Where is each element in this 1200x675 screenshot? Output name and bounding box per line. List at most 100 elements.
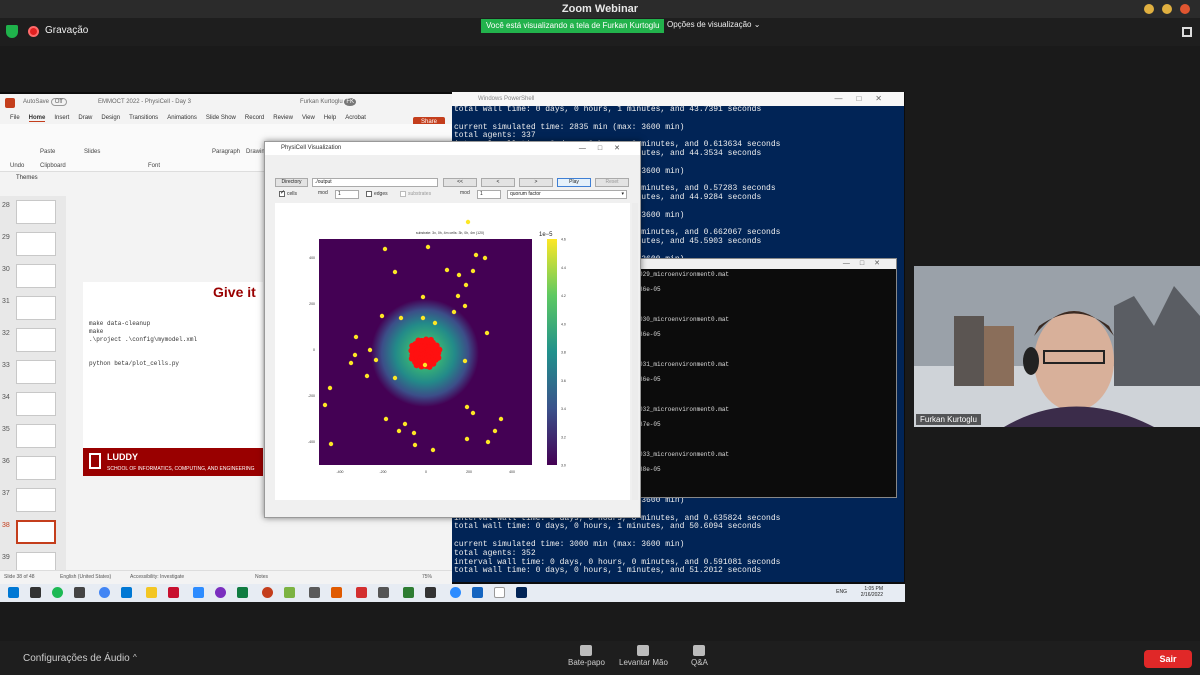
chrome-icon[interactable]	[99, 587, 110, 598]
window-controls[interactable]: —□✕	[834, 92, 896, 106]
slide-thumb[interactable]	[16, 232, 56, 256]
app-icon[interactable]	[356, 587, 367, 598]
chat-button[interactable]: Bate-papo	[568, 645, 605, 667]
tab-draw[interactable]: Draw	[78, 115, 92, 121]
slide-thumb[interactable]	[16, 392, 56, 416]
language-status[interactable]: English (United States)	[60, 571, 111, 584]
tab-animations[interactable]: Animations	[167, 115, 197, 121]
slide-thumb[interactable]	[16, 296, 56, 320]
reset-button[interactable]: Reset	[595, 178, 629, 187]
powerpoint-taskbar-icon[interactable]	[262, 587, 273, 598]
substrate-mod-input[interactable]: 1	[477, 190, 501, 199]
app-icon[interactable]	[215, 587, 226, 598]
first-frame-button[interactable]: <<	[443, 178, 477, 187]
console-output[interactable]: 029_microenvironment0.mat​36e-05​​​030_m…	[639, 271, 729, 474]
themes-dropdown[interactable]: Themes	[16, 175, 38, 181]
tab-acrobat[interactable]: Acrobat	[345, 115, 366, 121]
agent-cell	[473, 252, 479, 258]
taskbar-clock[interactable]: 1:05 PM 2/16/2022	[861, 586, 883, 598]
cells-checkbox[interactable]	[279, 189, 285, 197]
autosave-toggle[interactable]: AutoSave Off	[23, 98, 67, 106]
undo-group-label[interactable]: Undo	[10, 163, 24, 169]
notion-icon[interactable]	[30, 587, 41, 598]
thumb-number: 30	[2, 266, 10, 273]
slide-thumb[interactable]	[16, 424, 56, 448]
plot-canvas[interactable]: substrate: 3x, 0h, 4m cells: 3h, 0h, 4m …	[275, 203, 630, 500]
cells-mod-input[interactable]: 1	[335, 190, 359, 199]
excel-icon[interactable]	[237, 587, 248, 598]
leave-button[interactable]: Sair	[1144, 650, 1192, 668]
tab-record[interactable]: Record	[245, 115, 264, 121]
slide-thumb[interactable]	[16, 264, 56, 288]
start-menu-icon[interactable]	[8, 587, 19, 598]
user-account[interactable]: Furkan Kurtoglu FK	[300, 98, 357, 106]
notepad-icon[interactable]	[494, 587, 505, 598]
zoom-icon[interactable]	[450, 587, 461, 598]
slide-thumb[interactable]	[16, 488, 56, 512]
app-icon[interactable]	[74, 587, 85, 598]
minimize-button[interactable]	[1144, 4, 1154, 14]
fullscreen-icon[interactable]	[1182, 27, 1192, 37]
maximize-button[interactable]	[1162, 4, 1172, 14]
substrates-checkbox[interactable]	[400, 191, 406, 197]
play-button[interactable]: Play	[557, 178, 591, 187]
tab-transitions[interactable]: Transitions	[129, 115, 158, 121]
directory-button[interactable]: Directory	[275, 178, 308, 187]
spotify-icon[interactable]	[52, 587, 63, 598]
slide-thumb[interactable]	[16, 360, 56, 384]
zoom-level[interactable]: 75%	[422, 571, 432, 584]
next-frame-button[interactable]: >	[519, 178, 553, 187]
matlab-icon[interactable]	[331, 587, 342, 598]
cells-label: cells	[287, 191, 298, 197]
terminal-icon[interactable]	[425, 587, 436, 598]
app-icon[interactable]	[284, 587, 295, 598]
tab-insert[interactable]: Insert	[54, 115, 69, 121]
window-controls[interactable]: —□✕	[843, 259, 890, 267]
app-icon[interactable]	[193, 587, 204, 598]
footer-name: LUDDY	[107, 452, 138, 462]
prev-frame-button[interactable]: <	[481, 178, 515, 187]
powershell-taskbar-icon[interactable]	[516, 587, 527, 598]
paste-button[interactable]: Paste	[40, 149, 55, 155]
slide-thumb[interactable]	[16, 456, 56, 480]
tab-review[interactable]: Review	[273, 115, 293, 121]
tab-file[interactable]: File	[10, 115, 20, 121]
agent-cell	[482, 255, 488, 261]
app-icon[interactable]	[378, 587, 389, 598]
directory-input[interactable]: ./output	[312, 178, 438, 187]
webcam-video[interactable]: Furkan Kurtoglu	[914, 266, 1200, 427]
thumb-number: 34	[2, 394, 10, 401]
vertical-scrollbar[interactable]	[632, 203, 638, 500]
tab-design[interactable]: Design	[101, 115, 120, 121]
tab-slide-show[interactable]: Slide Show	[206, 115, 236, 121]
tab-view[interactable]: View	[302, 115, 315, 121]
slides-button[interactable]: Slides	[84, 149, 100, 155]
mod-label-2: mod	[460, 190, 470, 196]
slide-thumb[interactable]	[16, 328, 56, 352]
app-icon[interactable]	[472, 587, 483, 598]
current-slide[interactable]: Give it make data-cleanup make .\project .…	[83, 282, 263, 476]
slide-thumb-selected[interactable]	[16, 520, 56, 544]
notes-button[interactable]: Notes	[255, 571, 268, 584]
app-icon[interactable]	[403, 587, 414, 598]
window-controls[interactable]: —□✕	[579, 142, 632, 155]
slide-thumb[interactable]	[16, 200, 56, 224]
view-options-menu[interactable]: Opções de visualização ⌄	[667, 20, 760, 29]
close-button[interactable]	[1180, 4, 1190, 14]
file-explorer-icon[interactable]	[146, 587, 157, 598]
paragraph-button[interactable]: Paragraph	[212, 149, 240, 155]
app-icon[interactable]	[309, 587, 320, 598]
tab-help[interactable]: Help	[324, 115, 336, 121]
raise-hand-button[interactable]: Levantar Mão	[619, 645, 668, 667]
input-language[interactable]: ENG	[836, 589, 847, 595]
outlook-icon[interactable]	[121, 587, 132, 598]
tab-home[interactable]: Home	[28, 115, 46, 122]
qa-button[interactable]: Q&A	[691, 645, 708, 667]
substrate-select[interactable]: quorum factor ▾	[507, 190, 627, 199]
app-icon[interactable]	[168, 587, 179, 598]
edges-checkbox[interactable]	[366, 191, 372, 197]
audio-settings-button[interactable]: Configurações de Áudio	[23, 653, 130, 664]
chevron-up-icon[interactable]: ^	[133, 653, 137, 662]
accessibility-status[interactable]: Accessibility: Investigate	[130, 571, 184, 584]
security-shield-icon[interactable]	[6, 25, 18, 38]
